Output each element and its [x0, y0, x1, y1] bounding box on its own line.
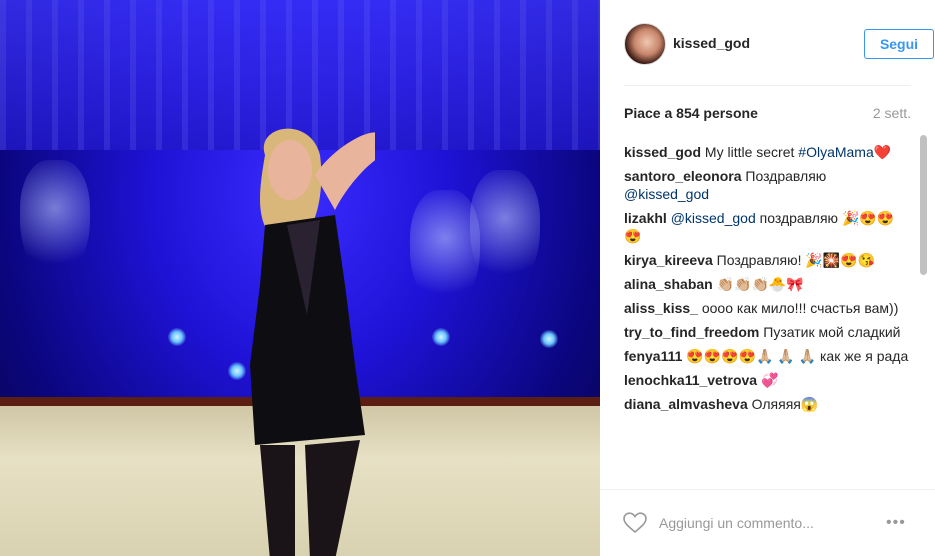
heart-outline-icon[interactable]	[623, 512, 647, 534]
stage-light	[432, 328, 450, 346]
comment-username[interactable]: lenochka11_vetrova	[624, 372, 757, 388]
add-comment-input[interactable]: Aggiungi un commento...	[659, 515, 814, 531]
post-time[interactable]: 2 sett.	[873, 105, 911, 121]
comment-text: My little secret	[704, 144, 799, 160]
woman-figure	[250, 128, 375, 556]
author-username[interactable]: kissed_god	[673, 35, 750, 51]
list-item: alina_shaban 👏🏼👏🏼👏🏼🐣🎀	[624, 275, 911, 293]
avatar[interactable]	[624, 23, 666, 65]
comments-list: kissed_god My little secret #OlyaMama❤️ …	[624, 143, 911, 489]
comment-text: Оляяяя😱	[751, 396, 819, 412]
comment-username[interactable]: aliss_kiss_	[624, 300, 698, 316]
comment-username[interactable]: lizakhl	[624, 210, 667, 226]
list-item: fenya111 😍😍😍😍🙏🏼 🙏🏼 🙏🏼 как же я рада	[624, 347, 911, 365]
comment-text: оооо как мило!!! счастья вам))	[701, 300, 899, 316]
comment-text: 👏🏼👏🏼👏🏼🐣🎀	[716, 276, 804, 292]
divider	[600, 489, 935, 490]
comment-text: Поздравляю	[745, 168, 827, 184]
likes-count[interactable]: Piace a 854 persone	[624, 105, 758, 121]
post-header: kissed_god Segui	[624, 23, 934, 67]
list-item: try_to_find_freedom Пузатик мой сладкий	[624, 323, 911, 341]
list-item: lizakhl @kissed_god поздравляю 🎉😍😍😍	[624, 209, 911, 245]
comment-emoji: ❤️	[873, 144, 892, 160]
list-item: kirya_kireeva Поздравляю! 🎉🎇😍😘	[624, 251, 911, 269]
comment-username[interactable]: kirya_kireeva	[624, 252, 713, 268]
comment-text: 😍😍😍😍🙏🏼 🙏🏼 🙏🏼 как же я рада	[686, 348, 909, 364]
comment-text: Пузатик мой сладкий	[763, 324, 901, 340]
comment-username[interactable]: alina_shaban	[624, 276, 713, 292]
post-photo[interactable]	[0, 0, 600, 556]
comment-text: 💞	[760, 372, 779, 388]
chandelier-left	[20, 160, 90, 280]
divider	[624, 85, 911, 86]
comment-username[interactable]: try_to_find_freedom	[624, 324, 759, 340]
comment-username[interactable]: fenya111	[624, 348, 682, 364]
list-item: lenochka11_vetrova 💞	[624, 371, 911, 389]
comment-username[interactable]: kissed_god	[624, 144, 701, 160]
comments-scrollbar[interactable]	[920, 135, 927, 275]
comment-mention[interactable]: @kissed_god	[624, 186, 709, 202]
comment-username[interactable]: diana_almvasheva	[624, 396, 748, 412]
post-side-panel: kissed_god Segui Piace a 854 persone 2 s…	[600, 0, 935, 556]
comment-text: Поздравляю! 🎉🎇😍😘	[716, 252, 876, 268]
more-options-icon[interactable]: •••	[886, 514, 906, 532]
chandelier-far-right	[470, 170, 540, 290]
stage-light	[540, 330, 558, 348]
comment-hashtag[interactable]: #OlyaMama	[798, 144, 873, 160]
list-item: aliss_kiss_ оооо как мило!!! счастья вам…	[624, 299, 911, 317]
follow-button[interactable]: Segui	[864, 29, 934, 59]
list-item: kissed_god My little secret #OlyaMama❤️	[624, 143, 911, 161]
comment-mention[interactable]: @kissed_god	[671, 210, 756, 226]
comment-username[interactable]: santoro_eleonora	[624, 168, 741, 184]
stage-light	[168, 328, 186, 346]
list-item: diana_almvasheva Оляяяя😱	[624, 395, 911, 413]
list-item: santoro_eleonora Поздравляю @kissed_god	[624, 167, 911, 203]
